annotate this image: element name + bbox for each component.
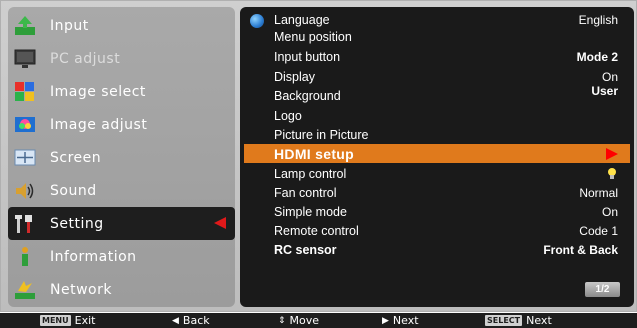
- setting-value: Front & Back: [543, 242, 618, 257]
- screen-icon: [13, 146, 37, 170]
- submenu-arrow-icon: [606, 147, 618, 160]
- setting-row-simple-mode[interactable]: Simple mode On: [240, 203, 634, 220]
- exit-hint: MENU Exit: [40, 313, 95, 328]
- setting-row-menu-position[interactable]: Menu position: [240, 28, 634, 45]
- setting-label: Lamp control: [274, 166, 347, 181]
- setting-label: Simple mode: [274, 204, 347, 219]
- menu-item-label: Sound: [50, 182, 97, 199]
- menu-item-label: PC adjust: [50, 50, 121, 67]
- move-hint: ⇕ Move: [278, 313, 319, 328]
- setting-row-rc-sensor[interactable]: RC sensor Front & Back: [240, 241, 634, 258]
- menu-item-label: Image adjust: [50, 116, 148, 133]
- menu-item-label: Screen: [50, 149, 102, 166]
- setting-row-logo[interactable]: Logo: [240, 107, 634, 124]
- image-select-icon: [13, 80, 37, 104]
- back-label: Back: [182, 314, 210, 327]
- setting-row-picture-in-picture[interactable]: Picture in Picture: [240, 126, 634, 143]
- menu-item-setting[interactable]: Setting: [8, 207, 235, 240]
- selected-indicator-icon: [214, 217, 226, 229]
- setting-row-input-button[interactable]: Input button Mode 2: [240, 48, 634, 65]
- menu-item-image-select[interactable]: Image select: [8, 75, 235, 108]
- back-hint: ◀ Back: [172, 313, 210, 328]
- setting-row-fan-control[interactable]: Fan control Normal: [240, 184, 634, 201]
- select-next-hint: SELECT Next: [485, 313, 552, 328]
- setting-value: Code 1: [579, 223, 618, 238]
- setting-label: Language: [274, 12, 330, 27]
- setting-label: RC sensor: [274, 242, 337, 257]
- setting-submenu: Language English Menu position Input but…: [240, 7, 634, 307]
- menu-item-image-adjust[interactable]: Image adjust: [8, 108, 235, 141]
- setting-label: Remote control: [274, 223, 359, 238]
- setting-value: On: [601, 204, 618, 219]
- menu-item-screen[interactable]: Screen: [8, 141, 235, 174]
- network-icon: [13, 278, 37, 302]
- menu-item-label: Setting: [50, 215, 104, 232]
- select-next-label: Next: [526, 314, 552, 327]
- key-guide-bar: MENU Exit ◀ Back ⇕ Move ▶ Next SELECT Ne…: [0, 313, 637, 328]
- updown-arrow-icon: ⇕: [278, 315, 286, 326]
- setting-label: Picture in Picture: [274, 127, 369, 142]
- setting-value: Normal: [579, 185, 618, 200]
- menu-item-label: Input: [50, 17, 89, 34]
- main-menu: Input PC adjust Image select Image adjus…: [8, 7, 235, 307]
- menu-item-information[interactable]: Information: [8, 240, 235, 273]
- menu-item-label: Image select: [50, 83, 146, 100]
- input-icon: [13, 14, 37, 38]
- page-indicator: 1/2: [585, 282, 620, 297]
- setting-label: HDMI setup: [274, 145, 354, 162]
- menu-item-label: Information: [50, 248, 137, 265]
- setting-row-hdmi-setup[interactable]: HDMI setup: [244, 144, 630, 163]
- sound-icon: [13, 179, 37, 203]
- image-adjust-icon: [13, 113, 37, 137]
- menu-item-pc-adjust[interactable]: PC adjust: [8, 42, 235, 75]
- exit-label: Exit: [74, 314, 96, 327]
- pc-adjust-icon: [13, 47, 37, 71]
- move-label: Move: [289, 314, 320, 327]
- globe-icon: [250, 14, 264, 28]
- setting-value: User: [591, 83, 618, 98]
- menu-item-input[interactable]: Input: [8, 9, 235, 42]
- setting-label: Logo: [274, 108, 302, 123]
- setting-value: On: [601, 69, 618, 84]
- setting-label: Display: [274, 69, 315, 84]
- next-hint: ▶ Next: [382, 313, 419, 328]
- setting-label: Fan control: [274, 185, 337, 200]
- setting-icon: [13, 212, 37, 236]
- setting-label: Input button: [274, 49, 341, 64]
- setting-row-lamp-control[interactable]: Lamp control: [240, 165, 634, 182]
- setting-row-background[interactable]: Background User: [240, 83, 634, 104]
- information-icon: [13, 245, 37, 269]
- right-arrow-icon: ▶: [382, 315, 389, 326]
- select-key-icon: SELECT: [485, 315, 523, 326]
- next-label: Next: [392, 314, 419, 327]
- setting-value: English: [578, 12, 618, 27]
- setting-row-display[interactable]: Display On: [240, 68, 634, 85]
- setting-label: Menu position: [274, 29, 352, 44]
- setting-row-language[interactable]: Language English: [240, 11, 634, 28]
- left-arrow-icon: ◀: [172, 315, 179, 326]
- menu-item-label: Network: [50, 281, 112, 298]
- menu-item-sound[interactable]: Sound: [8, 174, 235, 207]
- setting-value: Mode 2: [576, 49, 618, 64]
- setting-row-remote-control[interactable]: Remote control Code 1: [240, 222, 634, 239]
- menu-key-icon: MENU: [40, 315, 71, 326]
- projector-osd-frame: Input PC adjust Image select Image adjus…: [0, 0, 637, 312]
- menu-item-network[interactable]: Network: [8, 273, 235, 306]
- setting-label: Background: [274, 88, 341, 103]
- lamp-icon: [608, 167, 616, 180]
